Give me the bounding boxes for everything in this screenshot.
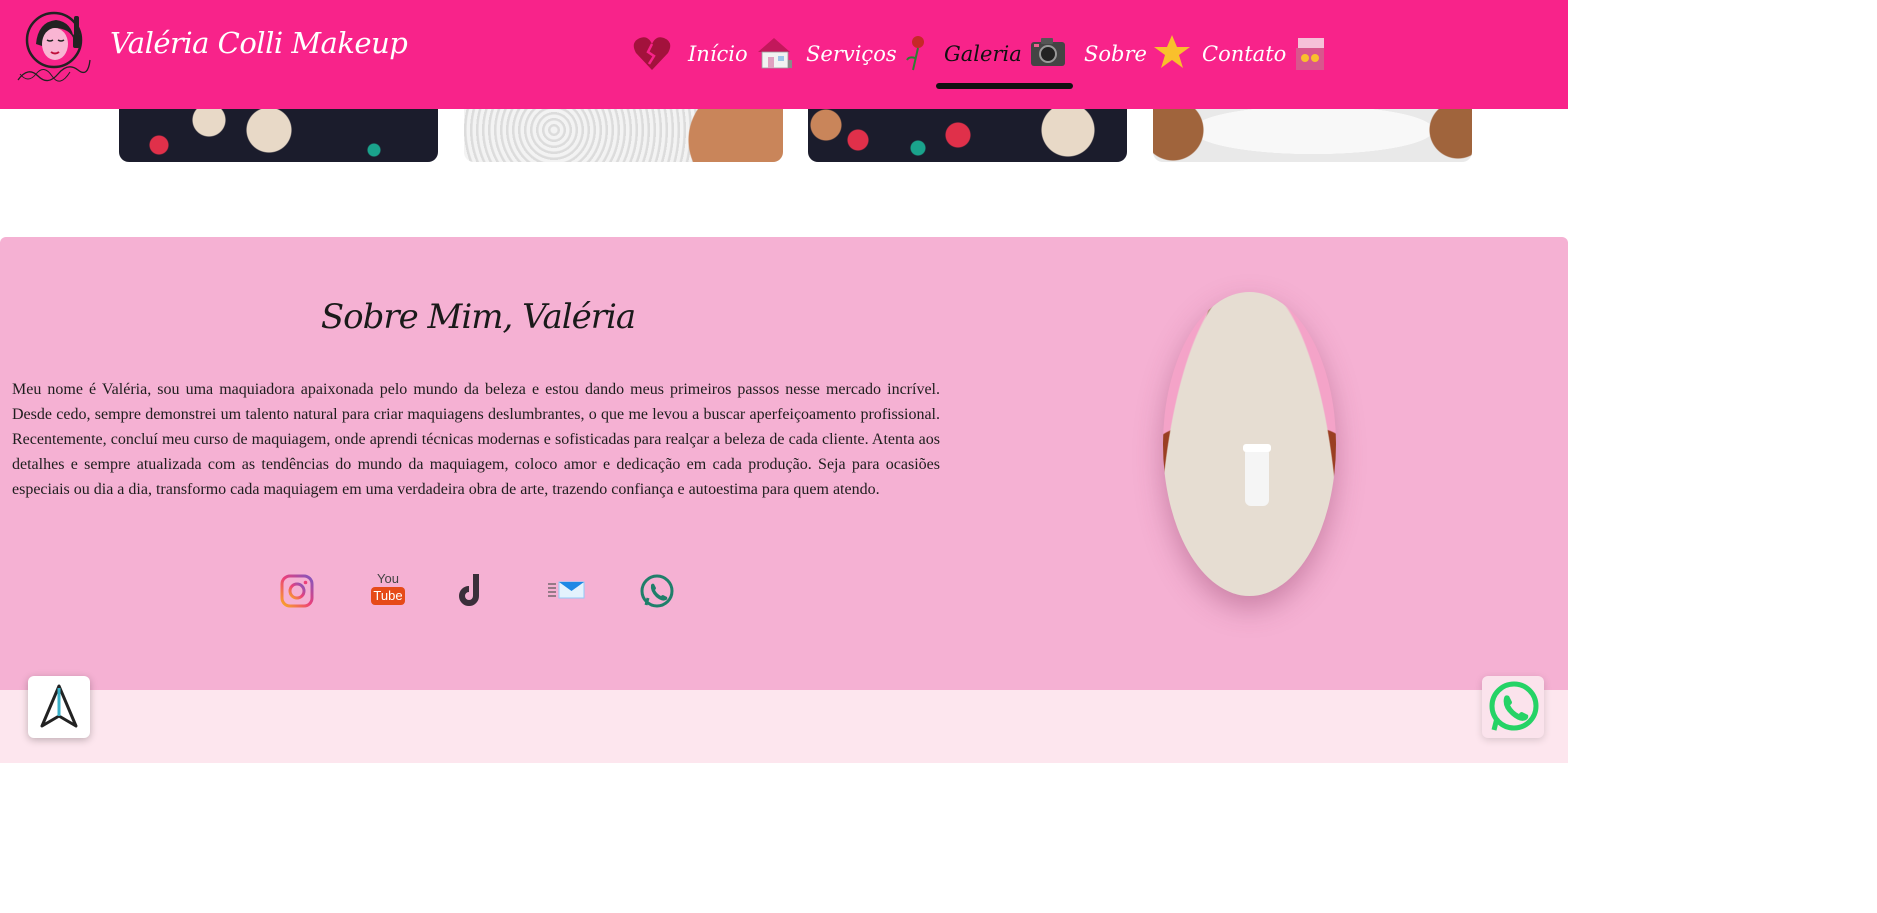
nav-contato[interactable]: Contato [1202,30,1328,78]
nav-label: Contato [1202,42,1287,66]
broken-heart-icon [632,34,672,78]
brand-logo[interactable] [14,10,94,88]
youtube-icon-tube: Tube [371,587,405,605]
instagram-icon[interactable] [278,572,316,610]
coffee-cup [1243,444,1271,506]
whatsapp-icon [1489,681,1539,731]
nav-label: Sobre [1084,42,1147,66]
nav-label: Serviços [806,42,897,66]
profile-photo [1163,292,1336,596]
house-icon [754,32,794,77]
about-text: Meu nome é Valéria, sou uma maquiadora a… [12,381,940,498]
next-section [0,690,1568,763]
tiktok-icon[interactable] [454,572,492,610]
gallery-image[interactable] [1153,100,1472,162]
nav-galeria[interactable]: Galeria [944,30,1068,78]
about-title: Sobre Mim, Valéria [320,297,636,337]
gallery-image[interactable] [808,100,1127,162]
about-section: Sobre Mim, Valéria Meu nome é Valéria, s… [0,237,1568,690]
nav-inicio[interactable]: Início [688,30,794,78]
star-icon [1153,33,1191,76]
site-header: Valéria Colli Makeup Início Serviços Gal… [0,0,1568,109]
accessibility-widget-button[interactable] [28,676,90,738]
gallery-image[interactable] [464,100,783,162]
nav-servicos[interactable]: Serviços [806,30,929,78]
active-nav-indicator [936,83,1073,89]
nav-sobre[interactable]: Sobre [1084,30,1191,78]
brand-name[interactable]: Valéria Colli Makeup [110,26,408,60]
gallery-image[interactable] [119,100,438,162]
rose-icon [903,32,929,77]
whatsapp-icon[interactable] [638,572,676,610]
youtube-icon-you: You [377,571,399,586]
email-icon[interactable] [546,572,586,610]
whatsapp-float-button[interactable] [1482,676,1544,738]
nav-label: Início [688,42,748,66]
contact-card-icon [1292,32,1328,77]
nav-label: Galeria [944,42,1022,66]
camera-icon [1028,32,1068,77]
youtube-icon[interactable]: You Tube [368,572,408,610]
